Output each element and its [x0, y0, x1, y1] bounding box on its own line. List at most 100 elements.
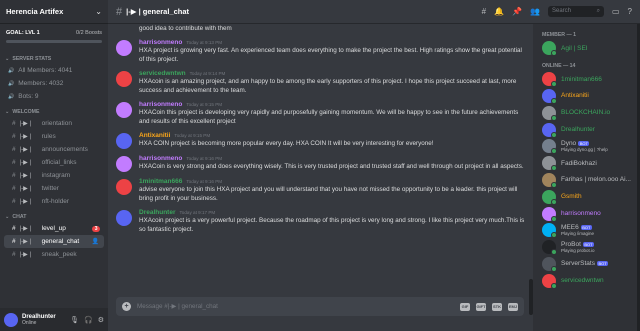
threads-icon[interactable]: # — [482, 7, 486, 16]
avatar[interactable] — [116, 210, 132, 226]
avatar[interactable] — [116, 179, 132, 195]
message-author[interactable]: servicedwntwn — [139, 70, 186, 77]
channel-level-up[interactable]: # |-▶ | level_up 3 — [4, 222, 104, 235]
channel-official-links[interactable]: # |-▶ | official_links — [4, 156, 104, 169]
channel-rules[interactable]: # |-▶ | rules — [4, 130, 104, 143]
message: servicedwntwn Today at 9:14 PM HXAcoin is … — [108, 70, 532, 95]
message-author[interactable]: Drealhunter — [139, 209, 175, 216]
member-item[interactable]: 1minitman666 — [533, 71, 640, 88]
member-list: MEMBER — 1 Agil | SEI ONLINE — 14 1minit… — [533, 24, 640, 331]
member-category: ONLINE — 14 — [542, 62, 576, 69]
server-name: Herencia Artifex — [6, 7, 64, 16]
avatar[interactable] — [4, 312, 18, 327]
member-name: Gsmith — [561, 193, 582, 201]
member-item[interactable]: BLOCKCHAIN.io — [533, 104, 640, 121]
speaker-icon: 🔊 — [8, 80, 15, 87]
help-icon[interactable]: ? — [628, 7, 632, 16]
channel-general-chat[interactable]: # |-▶ | general_chat 👤 — [4, 235, 104, 248]
microphone-icon[interactable]: 🎙 — [70, 316, 79, 324]
stat-label: Members: 4032 — [18, 80, 64, 87]
inbox-icon[interactable]: ▭ — [612, 7, 620, 16]
user-panel: Drealhunter Online 🎙 🎧 ⚙ — [0, 308, 108, 331]
category-chat[interactable]: ⌄ CHAT — [0, 212, 108, 222]
add-member-icon[interactable]: 👤 — [92, 238, 99, 245]
channel-orientation[interactable]: # |-▶ | orientation — [4, 117, 104, 130]
member-item[interactable]: servicedwntwn — [533, 272, 640, 289]
welcome-channel-list: # |-▶ | orientation # |-▶ | rules # |-▶ | announ… — [0, 117, 108, 208]
category-welcome[interactable]: ⌄ WELCOME — [0, 107, 108, 117]
goal-title: GOAL: LVL 1 — [6, 30, 40, 36]
category-server-stats[interactable]: ⌄ SERVER STATS — [0, 54, 108, 64]
message: Drealhunter Today at 9:17 PM HXAcoin proje… — [108, 209, 532, 234]
member-info: 1minitman666 — [561, 76, 602, 83]
avatar — [542, 273, 557, 289]
avatar[interactable] — [116, 71, 132, 87]
channel-label: announcements — [41, 146, 88, 153]
emoji-icon[interactable]: EMJ — [508, 302, 518, 311]
headphones-icon[interactable]: 🎧 — [84, 316, 93, 324]
channel-instagram[interactable]: # |-▶ | instagram — [4, 169, 104, 182]
avatar[interactable] — [116, 102, 132, 118]
stat-channel[interactable]: 🔊 All Members: 4041 — [0, 64, 108, 77]
pin-icon[interactable]: 📌 — [512, 7, 522, 16]
message-author[interactable]: 1minitman666 — [139, 178, 182, 185]
message-composer[interactable]: + Message #|-▶ | general_chat GIF GIFT STK… — [116, 297, 524, 316]
channel-nft-holder[interactable]: # |-▶ | nft-holder — [4, 195, 104, 208]
gear-icon[interactable]: ⚙ — [98, 316, 104, 324]
member-item[interactable]: Gsmith — [533, 188, 640, 205]
message-text: HXACoin is very strong and does everythi… — [139, 163, 524, 170]
member-info: ProBot BOT Playing probot.io — [561, 241, 595, 253]
member-item[interactable]: Dyno BOT Playing dyno.gg | ?help — [533, 138, 640, 155]
bot-badge: BOT — [582, 242, 595, 248]
message-author[interactable]: harrisonmeno — [139, 155, 182, 162]
member-item[interactable]: Drealhunter — [533, 121, 640, 138]
message-author[interactable]: harrisonmeno — [139, 101, 182, 108]
member-item[interactable]: harrisonmeno — [533, 205, 640, 222]
message-author[interactable]: harrisonmeno — [139, 39, 182, 46]
gift-icon[interactable]: GIFT — [476, 302, 486, 311]
member-info: servicedwntwn — [561, 277, 604, 284]
message-text: HXACoin this project is developing very … — [139, 109, 519, 125]
member-info: Agil | SEI — [561, 45, 588, 52]
member-name-row: Farihas | melon.ooo Ai... — [561, 176, 631, 183]
message-author[interactable]: Antixanitii — [139, 132, 170, 139]
member-item[interactable]: ServerStats BOT — [533, 256, 640, 273]
sticker-icon[interactable]: STK — [492, 302, 502, 311]
message: harrisonmeno Today at 9:15 PM HXACoin this… — [108, 101, 532, 126]
channel-label: orientation — [41, 120, 72, 127]
member-item[interactable]: Antixanitii — [533, 88, 640, 105]
channel-twitter[interactable]: # |-▶ | twitter — [4, 182, 104, 195]
member-item[interactable]: MEE6 BOT Playing /imagine — [533, 222, 640, 239]
server-header[interactable]: Herencia Artifex ⌄ — [0, 0, 108, 24]
channel-sneak-peek[interactable]: # |-▶ | sneak_peek — [4, 248, 104, 261]
avatar[interactable] — [116, 156, 132, 172]
chevron-down-icon[interactable]: ⌄ — [95, 7, 102, 16]
member-item[interactable]: FadiBokhazi — [533, 155, 640, 172]
bell-icon[interactable]: 🔔 — [494, 7, 504, 16]
chevron-down-icon: ⌄ — [5, 109, 10, 115]
channel-announcements[interactable]: # |-▶ | announcements — [4, 143, 104, 156]
boost-goal[interactable]: GOAL: LVL 1 0/2 Boosts — [0, 24, 108, 50]
gif-icon[interactable]: GIF — [460, 302, 470, 311]
stat-channel[interactable]: 🔊 Members: 4032 — [0, 77, 108, 90]
avatar — [542, 240, 557, 256]
message-timestamp: Today at 9:15 PM — [174, 133, 211, 138]
avatar[interactable] — [116, 133, 132, 149]
message-input[interactable]: Message #|-▶ | general_chat — [137, 303, 218, 310]
stat-channel[interactable]: 🔊 Bots: 9 — [0, 90, 108, 103]
member-item[interactable]: Agil | SEI — [533, 40, 640, 57]
message-timestamp: Today at 9:13 PM — [186, 40, 223, 45]
message-header: Drealhunter Today at 9:17 PM — [139, 209, 526, 216]
member-item[interactable]: Farihas | melon.ooo Ai... — [533, 172, 640, 189]
avatar[interactable] — [116, 40, 132, 56]
member-name: Antixanitii — [561, 92, 589, 100]
members-icon[interactable]: 👥 — [530, 7, 540, 16]
add-attachment-icon[interactable]: + — [122, 302, 131, 311]
member-name: Dyno — [561, 140, 577, 148]
member-item[interactable]: ProBot BOT Playing probot.io — [533, 239, 640, 256]
hash-icon: # — [12, 185, 16, 192]
channel-prefix: |-▶ | — [19, 147, 32, 153]
mention-badge: 3 — [92, 225, 100, 232]
goal-boosts: 0/2 Boosts — [76, 30, 102, 36]
search-input[interactable]: Search ⌕ — [547, 6, 604, 17]
